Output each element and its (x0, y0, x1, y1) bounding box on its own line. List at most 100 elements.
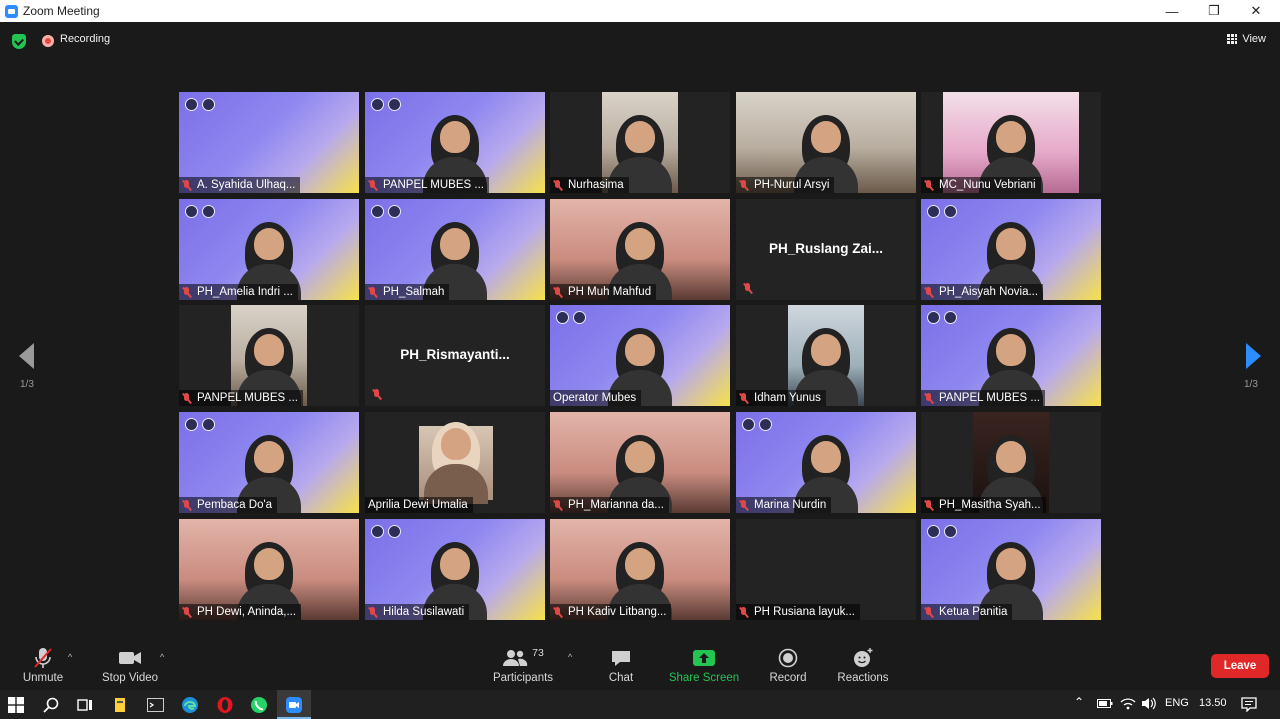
app-icon-notes[interactable] (110, 695, 130, 715)
participant-name: Hilda Susilawati (383, 606, 465, 618)
participant-name-label: PH_Amelia Indri ... (179, 284, 298, 300)
participants-count: 73 (532, 647, 544, 659)
participant-name-label: PANPEL MUBES ... (365, 177, 489, 193)
participant-video-tile[interactable]: Idham Yunus (736, 305, 916, 406)
unmute-button[interactable]: Unmute (18, 647, 68, 684)
participant-video-tile[interactable]: PH_Aisyah Novia... (921, 199, 1101, 300)
participant-video-tile[interactable]: Pembaca Do'a (179, 412, 359, 513)
participant-video-tile[interactable]: PANPEL MUBES ... (921, 305, 1101, 406)
participant-name-label: Hilda Susilawati (365, 604, 470, 620)
participant-name-label: A. Syahida Ulhaq... (179, 177, 301, 193)
audio-options-chevron-icon[interactable]: ^ (68, 652, 72, 662)
meeting-info-bar: Recording View (0, 22, 1280, 62)
participant-video-tile[interactable]: Hilda Susilawati (365, 519, 545, 620)
participant-video-tile[interactable]: PH-Nurul Arsyi (736, 92, 916, 193)
participant-video-tile[interactable]: PH Kadiv Litbang... (550, 519, 730, 620)
participant-video-tile[interactable]: PH_Amelia Indri ... (179, 199, 359, 300)
next-page-icon[interactable] (1246, 343, 1261, 369)
terminal-icon[interactable] (145, 695, 165, 715)
video-options-chevron-icon[interactable]: ^ (160, 652, 164, 662)
smiley-plus-icon (833, 647, 893, 669)
participant-video-tile[interactable]: MC_Nunu Vebriani (921, 92, 1101, 193)
participant-video-tile[interactable]: Aprilia Dewi Umalia (365, 412, 545, 513)
participant-name: PH_Masitha Syah... (939, 499, 1041, 511)
whatsapp-icon[interactable] (249, 695, 269, 715)
stop-video-button[interactable]: Stop Video (100, 647, 160, 684)
task-view-icon[interactable] (75, 695, 95, 715)
participant-video-tile[interactable]: PANPEL MUBES ... (365, 92, 545, 193)
share-screen-icon (668, 647, 740, 669)
wifi-icon[interactable] (1120, 697, 1136, 713)
grid-view-icon (1227, 34, 1238, 44)
record-button[interactable]: Record (766, 647, 810, 684)
muted-microphone-icon (182, 286, 191, 298)
participant-name-label: Idham Yunus (736, 390, 826, 406)
muted-microphone-icon (739, 179, 748, 191)
minimize-button[interactable]: — (1152, 0, 1192, 22)
battery-icon[interactable] (1097, 697, 1113, 712)
participants-button[interactable]: 73 Participants (490, 647, 556, 684)
muted-microphone-icon (924, 286, 933, 298)
leave-button[interactable]: Leave (1211, 654, 1269, 678)
window-titlebar: Zoom Meeting — ❐ ✕ (0, 0, 1280, 22)
profile-picture (419, 422, 493, 504)
participant-video-tile[interactable]: PH_Masitha Syah... (921, 412, 1101, 513)
stop-video-label: Stop Video (101, 672, 159, 684)
participant-video-tile[interactable]: PH_Marianna da... (550, 412, 730, 513)
close-button[interactable]: ✕ (1236, 0, 1276, 22)
participant-display-name: PH_Ruslang Zai... (768, 241, 884, 256)
muted-microphone-icon (924, 499, 933, 511)
participant-video-tile[interactable]: Nurhasima (550, 92, 730, 193)
participant-name: Ketua Panitia (939, 606, 1008, 618)
participant-video-tile[interactable]: PH Muh Mahfud (550, 199, 730, 300)
chat-label: Chat (608, 672, 634, 684)
participant-video-tile[interactable]: PH_Salmah (365, 199, 545, 300)
participant-name: PH Kadiv Litbang... (568, 606, 667, 618)
view-button[interactable]: View (1227, 33, 1266, 45)
participant-video-tile[interactable]: PH_Rismayanti... (365, 305, 545, 406)
share-screen-button[interactable]: Share Screen (668, 647, 740, 684)
organization-logos (371, 525, 401, 538)
reactions-button[interactable]: Reactions (833, 647, 893, 684)
participant-video-tile[interactable]: Marina Nurdin (736, 412, 916, 513)
participant-video-tile[interactable]: Ketua Panitia (921, 519, 1101, 620)
participant-name: Operator Mubes (553, 392, 637, 404)
participant-name-label: PH-Nurul Arsyi (736, 177, 835, 193)
security-shield-icon[interactable] (12, 34, 26, 49)
participant-name-label: MC_Nunu Vebriani (921, 177, 1041, 193)
opera-browser-icon[interactable] (215, 695, 235, 715)
search-icon[interactable] (41, 695, 61, 715)
clock[interactable]: 13.50 (1199, 697, 1227, 709)
restore-button[interactable]: ❐ (1194, 0, 1234, 22)
participant-video-tile[interactable]: Operator Mubes (550, 305, 730, 406)
participant-video-tile[interactable]: PH Rusiana layuk... (736, 519, 916, 620)
participant-name-label: Marina Nurdin (736, 497, 832, 513)
organization-logos (556, 311, 586, 324)
record-label: Record (769, 672, 807, 684)
participant-video-tile[interactable]: A. Syahida Ulhaq... (179, 92, 359, 193)
edge-browser-icon[interactable] (180, 695, 200, 715)
notifications-icon[interactable] (1241, 697, 1257, 715)
windows-taskbar: ⌃ ENG 13.50 (0, 690, 1280, 719)
organization-logos (185, 418, 215, 431)
tray-overflow-chevron-icon[interactable]: ⌃ (1074, 695, 1084, 709)
participant-name-label: PANPEL MUBES ... (179, 390, 303, 406)
participant-video-tile[interactable]: PANPEL MUBES ... (179, 305, 359, 406)
participant-video-tile[interactable]: PH_Ruslang Zai... (736, 199, 916, 300)
volume-icon[interactable] (1141, 697, 1157, 713)
organization-logos (371, 205, 401, 218)
participants-options-chevron-icon[interactable]: ^ (568, 652, 572, 662)
windows-start-icon[interactable] (6, 695, 26, 715)
muted-microphone-icon (924, 179, 933, 191)
meeting-toolbar: Unmute ^ Stop Video ^ 73 Participants ^ … (0, 635, 1280, 690)
participant-name: PANPEL MUBES ... (939, 392, 1040, 404)
language-indicator[interactable]: ENG (1165, 697, 1189, 709)
muted-microphone-icon (372, 389, 381, 400)
chat-button[interactable]: Chat (601, 647, 641, 684)
participant-video-tile[interactable]: PH Dewi, Aninda,... (179, 519, 359, 620)
participant-display-name: PH_Rismayanti... (400, 347, 510, 362)
organization-logos (185, 205, 215, 218)
previous-page-icon[interactable] (19, 343, 34, 369)
zoom-taskbar-icon[interactable] (284, 695, 304, 715)
muted-microphone-icon (368, 606, 377, 618)
